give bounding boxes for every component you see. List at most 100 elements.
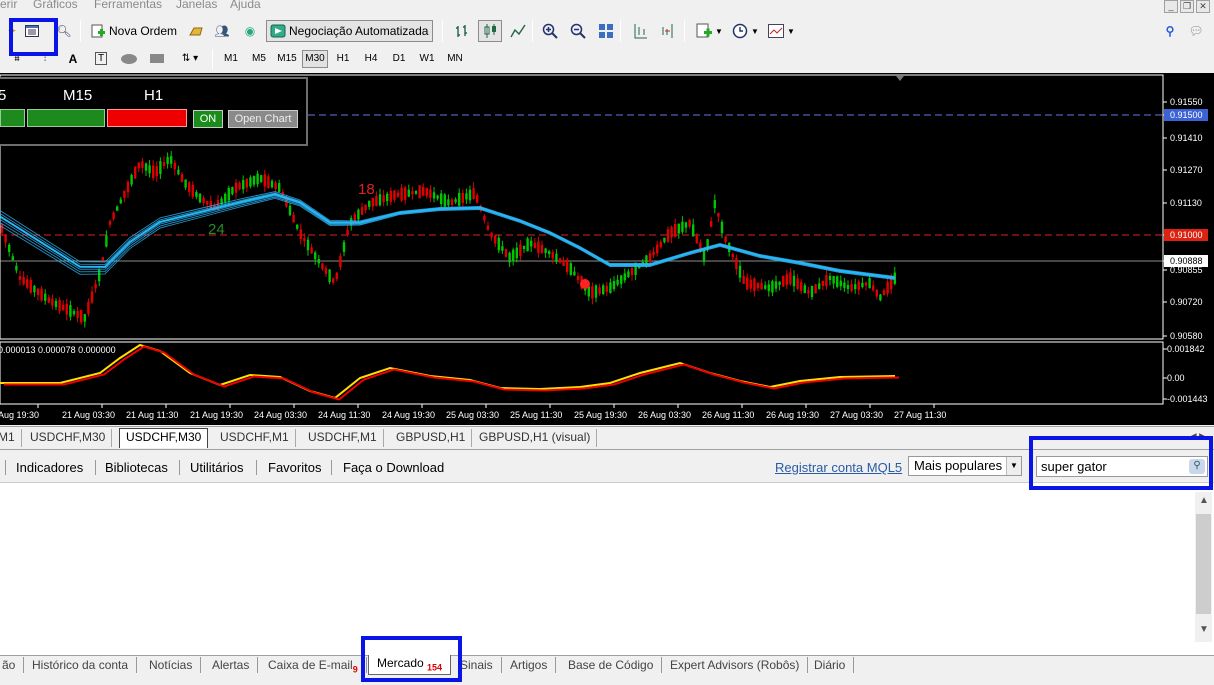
fibo-expansion-tool[interactable]: ⩩: [6, 50, 28, 68]
candle-body: [648, 253, 652, 263]
timeframe-w1[interactable]: W1: [414, 50, 440, 68]
search-icon[interactable]: ⚲: [1189, 459, 1205, 474]
templates-button[interactable]: ▼: [764, 20, 796, 42]
fibo-fan-tool[interactable]: ⫶: [34, 50, 56, 68]
candle-body: [846, 284, 850, 290]
candle-body: [533, 242, 536, 248]
market-link-favorites[interactable]: Favoritos: [268, 460, 321, 475]
candlestick-chart-button[interactable]: [478, 20, 502, 42]
timeframe-h4[interactable]: H4: [358, 50, 384, 68]
register-mql5-link[interactable]: Registrar conta MQL5: [775, 460, 902, 475]
candle-body: [407, 189, 410, 197]
chart-tab[interactable]: GBPUSD,H1 (visual): [473, 429, 598, 447]
auto-scroll-button[interactable]: [628, 20, 652, 42]
candle-body: [818, 283, 821, 289]
chart-tab[interactable]: USDCHF,M1: [302, 429, 384, 447]
menu-item-help[interactable]: Ajuda: [230, 0, 261, 11]
scrollbar-thumb[interactable]: [1196, 514, 1211, 614]
chart-tab[interactable]: USDCHF,M1: [214, 429, 296, 447]
data-window-button[interactable]: 👥︎: [210, 20, 234, 42]
menu-item-tools[interactable]: Ferramentas: [94, 0, 162, 11]
text-tool[interactable]: A: [62, 50, 84, 68]
market-watch-button[interactable]: [184, 20, 208, 42]
tile-windows-button[interactable]: [594, 20, 618, 42]
gold-bars-icon: [188, 23, 204, 39]
menu-item-file[interactable]: erir: [0, 0, 17, 11]
navigator-button[interactable]: 🔍︎: [52, 20, 76, 42]
terminal-tab-codebase[interactable]: Base de Código: [560, 657, 663, 673]
chart-tab[interactable]: M1: [0, 429, 22, 447]
time-label: 24 Aug 11:30: [318, 410, 370, 420]
tab-scroll-arrows[interactable]: ◀ ▶: [1190, 431, 1206, 442]
close-icon[interactable]: ✕: [1196, 0, 1210, 13]
minimize-icon[interactable]: _: [1164, 0, 1178, 13]
timeframe-m5[interactable]: M5: [246, 50, 272, 68]
bar-chart-button[interactable]: [450, 20, 474, 42]
terminal-tab-alerts[interactable]: Alertas: [204, 657, 259, 673]
periods-button[interactable]: ▼: [728, 20, 760, 42]
timeframe-m30[interactable]: M30: [302, 50, 328, 68]
sort-select[interactable]: Mais populares ▼: [908, 456, 1022, 476]
market-link-libraries[interactable]: Bibliotecas: [105, 460, 168, 475]
terminal-tab-news[interactable]: Notícias: [141, 657, 202, 673]
terminal-tab-journal[interactable]: Diário: [806, 657, 855, 673]
candle-body: [825, 275, 828, 287]
candle-body: [465, 193, 468, 200]
terminal-tab-articles[interactable]: Artigos: [502, 657, 557, 673]
scroll-down-icon[interactable]: ▼: [1199, 624, 1209, 635]
profiles-button[interactable]: [20, 20, 44, 42]
chart-tab[interactable]: GBPUSD,H1: [390, 429, 473, 447]
rectangle-tool[interactable]: [146, 50, 168, 68]
timeframe-m1[interactable]: M1: [218, 50, 244, 68]
menu-item-charts[interactable]: Gráficos: [33, 0, 78, 11]
candle-body: [33, 285, 36, 293]
market-link-utilities[interactable]: Utilitários: [190, 460, 243, 475]
indicators-button[interactable]: ▼: [692, 20, 724, 42]
candle-body: [504, 249, 508, 257]
scroll-up-icon[interactable]: ▲: [1199, 495, 1209, 506]
open-chart-button[interactable]: Open Chart: [228, 110, 298, 128]
timeframe-m15[interactable]: M15: [274, 50, 300, 68]
zoom-in-button[interactable]: [538, 20, 562, 42]
chat-button[interactable]: 💬︎: [1184, 20, 1208, 42]
signal-icon: ◉: [244, 24, 256, 38]
menu-item-windows[interactable]: Janelas: [176, 0, 217, 11]
autotrading-button[interactable]: Negociação Automatizada: [266, 20, 434, 42]
signal-button[interactable]: ◉: [238, 20, 262, 42]
chart-tab[interactable]: USDCHF,M30: [24, 429, 113, 447]
window-icon: [24, 23, 40, 39]
terminal-tab-experts[interactable]: Expert Advisors (Robôs): [662, 657, 809, 673]
terminal-tab-signals[interactable]: Sinais: [452, 657, 502, 673]
candle-body: [522, 245, 526, 250]
chart-shift-button[interactable]: [656, 20, 680, 42]
candle-body: [0, 224, 4, 233]
search-button[interactable]: ⚲: [1158, 20, 1182, 42]
terminal-tab-account-history[interactable]: Histórico da conta: [24, 657, 138, 673]
market-link-indicators[interactable]: Indicadores: [16, 460, 83, 475]
candle-body: [299, 229, 302, 240]
terminal-tab-market[interactable]: Mercado 154: [368, 655, 452, 675]
market-search-input[interactable]: super gator ⚲: [1036, 456, 1208, 477]
timeframe-d1[interactable]: D1: [386, 50, 412, 68]
line-chart-button[interactable]: [506, 20, 530, 42]
text-label-tool[interactable]: T: [90, 50, 112, 68]
ellipse-tool[interactable]: [118, 50, 140, 68]
ellipse-icon: [121, 54, 137, 64]
zoom-out-icon: [570, 23, 586, 39]
terminal-tab[interactable]: ão: [0, 657, 25, 673]
terminal-tab-mailbox[interactable]: Caixa de E-mail9: [260, 657, 367, 674]
new-order-button[interactable]: Nova Ordem: [86, 20, 182, 42]
candle-body: [544, 248, 547, 254]
timeframe-mn[interactable]: MN: [442, 50, 468, 68]
zoom-out-button[interactable]: [566, 20, 590, 42]
candle-body: [22, 277, 25, 285]
market-link-download[interactable]: Faça o Download: [343, 460, 444, 475]
candle-body: [29, 279, 32, 293]
chart-tab-active[interactable]: USDCHF,M30: [119, 428, 209, 448]
arrows-tool[interactable]: ⇅ ▾: [174, 50, 206, 68]
vertical-scrollbar[interactable]: ▲ ▼: [1195, 492, 1212, 642]
candle-body: [256, 173, 259, 185]
timeframe-h1[interactable]: H1: [330, 50, 356, 68]
on-button[interactable]: ON: [193, 110, 223, 128]
restore-icon[interactable]: ❐: [1180, 0, 1194, 13]
